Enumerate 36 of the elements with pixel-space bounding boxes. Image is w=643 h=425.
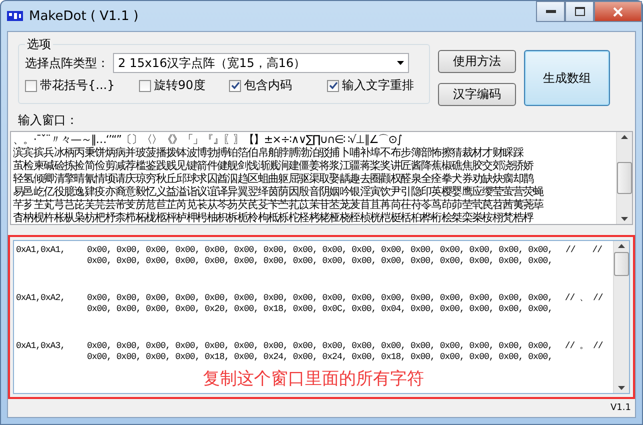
action-button[interactable]: 使用方法 xyxy=(438,50,516,73)
close-icon xyxy=(613,6,623,16)
checkbox-label: 旋转90度 xyxy=(154,77,206,94)
input-label: 输入窗口： xyxy=(18,113,78,127)
scroll-up-icon[interactable] xyxy=(621,135,628,139)
maximize-icon xyxy=(574,7,584,16)
output-textarea[interactable]: 0xA1,0xA1, 0x00, 0x00, 0x00, 0x00, 0x00, 0x00, 0x00, 0x00, 0x00, 0x00, 0x00, 0x00, 0x00, 0x00, 0x00, 0x00, // // 0x00, 0x00, 0x00, 0x00, 0x00, 0x00, 0x00, 0x00, 0x00, 0x00, 0x00, 0x00, 0x00, 0x00, 0x00, 0x00, 0xA1,0xA2, 0x00, 0x00, 0x00, 0x00, 0x00, 0x00, 0x00, 0x00, 0x00, 0x00, 0x00, 0x00, 0x00, 0x00, 0x00, 0x00, // 、 // 0x00, 0x00, 0x00, 0x00, 0x20, 0x00, 0x18, 0x00, 0x0C, 0x00, 0x04, 0x00, 0x00, 0x00, 0x00, 0x00, 0xA1,0xA3, 0x00, 0x00, 0x00, 0x00, 0x00, 0x00, 0x00, 0x00, 0x00, 0x00, 0x00, 0x00, 0x00, 0x00, 0x00, 0x00, // 。 // 0x00, 0x00, 0x00, 0x00, 0x18, 0x00, 0x24, 0x00, 0x24, 0x00, 0x18, 0x00, 0x00, 0x00, 0x00, 0x00, 复制这个窗口里面的所有字符 xyxy=(13,240,630,394)
dropdown-arrow-icon xyxy=(397,61,404,65)
checkbox[interactable] xyxy=(229,80,241,92)
checkbox[interactable] xyxy=(139,80,151,92)
scroll-thumb[interactable] xyxy=(617,162,632,194)
maximize-button[interactable] xyxy=(565,1,594,22)
input-textarea[interactable]: 、。·ˉˇ¨〃々—～‖…‘’“”〔〕〈〉《》「」『』〖〗【】±×÷∶∧∨∑∏∪∩∈∷√⊥∥∠⌒⊙∫ 滨宾摈兵冰柄丙秉饼炳病并玻菠播拨钵波博勃搏铂箔伯帛舶脖膊渤泊驳捕卜哺补埠不布步簿部怖擦猜裁材才财睬踩 茧检柬碱硷拣捡简俭剪减荐槛鉴践贱见键箭件健舰剑饯渐溅涧建僵姜将浆江疆蒋桨奖讲匠酱降蕉椒礁焦胶交郊浇骄娇 轻氢倾卿清擎晴氰情顷请庆琼穷秋丘邱球求囚酋泅趋区蛆曲躯屈驱渠取娶龋趣去圈颧权醛泉全痊拳犬券劝缺炔瘸却鹊 易邑屹亿役臆逸肄疫亦裔意毅忆义益溢诣议谊译异翼翌绎茵荫因殷音阴姻吟银淫寅饮尹引隐印英樱婴鹰应缨莹萤营荧蝇 芊芗芏芄芎芑芘芙芫芸芾芰苈苊苣芷芮苋苌苁芩芴芡芪芟苄苎芤苡茉苷苤茏茇苜苴苒苘茌苻苓茑茚茆茔茕苠苕茜荑荛荜 杳枘枧杵枨枞枭枋杷杼柰栉柘栊柩枰栌柙枵柚枳柝栀柃枸柢栎柁柽栲栳桠桡桎桢桄桤梃栝桕桦桁桧桀栾桊桉栩梵梏桴 xyxy=(10,131,633,225)
checkbox[interactable] xyxy=(25,80,37,92)
minimize-button[interactable] xyxy=(536,1,565,22)
action-button[interactable]: 汉字编码 xyxy=(438,83,516,106)
annotation-text: 复制这个窗口里面的所有字符 xyxy=(202,368,425,390)
checkbox[interactable] xyxy=(327,80,339,92)
scroll-thumb[interactable] xyxy=(614,252,629,276)
scroll-up-icon[interactable] xyxy=(618,244,625,248)
type-dropdown[interactable]: 2 15x16汉字点阵（宽15，高16） xyxy=(113,53,409,73)
scrollbar[interactable] xyxy=(616,132,632,224)
checkbox-label: 包含内码 xyxy=(244,77,292,94)
scrollbar[interactable] xyxy=(613,241,629,393)
window-title: MakeDot ( V1.1 ) xyxy=(29,8,140,24)
minimize-icon xyxy=(546,10,556,14)
scroll-down-icon[interactable] xyxy=(618,386,625,390)
generate-button[interactable]: 生成数组 xyxy=(524,50,610,106)
scroll-down-icon[interactable] xyxy=(621,217,628,221)
checkbox-label: 输入文字重排 xyxy=(342,77,414,94)
checkbox-label: 带花括号{...} xyxy=(40,77,115,94)
status-text: V1.1 xyxy=(610,403,631,413)
type-label: 选择点阵类型： xyxy=(25,54,109,72)
group-title: 选项 xyxy=(25,36,53,53)
app-icon xyxy=(7,9,23,23)
close-button[interactable] xyxy=(594,1,642,22)
